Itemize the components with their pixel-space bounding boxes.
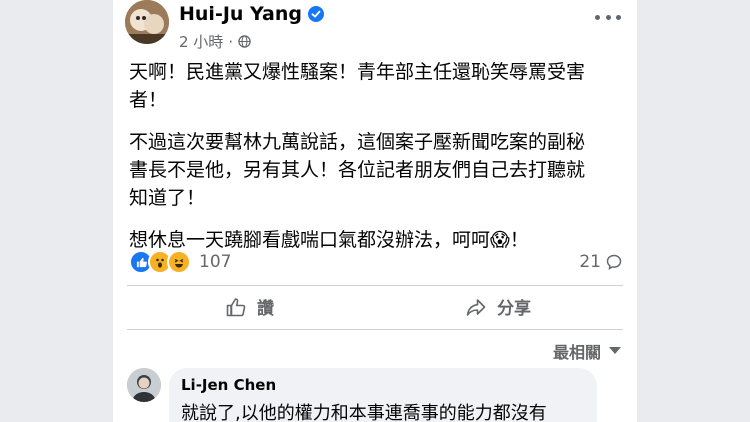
share-button[interactable]: 分享 [465,294,531,319]
comment-text: 就說了,以他的權力和本事連喬事的能力都沒有 [181,403,547,422]
share-icon [466,298,486,316]
post-body: 天啊！民進黨又爆性騷案！青年部主任還恥笑辱罵受害者！ 不過這次要幫林九萬說話，這… [129,58,599,268]
share-label: 分享 [497,299,531,319]
post-card: Hui-Ju Yang 2 小時 · 天啊！民進黨又爆性騷案！青年部主任還恥笑辱… [113,0,637,422]
commenter-name[interactable]: Li-Jen Chen [181,376,276,394]
author-name[interactable]: Hui-Ju Yang [179,3,302,25]
reactions-summary[interactable]: 107 [129,250,231,274]
like-label: 讚 [257,299,274,319]
comment-count-value: 21 [579,252,601,272]
post-meta: 2 小時 · [179,31,251,52]
dropdown-arrow-icon [609,347,621,354]
author-avatar[interactable] [125,0,169,44]
reaction-count: 107 [199,252,232,272]
comment-icon [606,254,622,270]
divider-top [127,285,623,286]
post-paragraph-2: 不過這次要幫林九萬說話，這個案子壓新聞吃案的副秘書長不是他，另有其人！各位記者朋… [129,131,586,209]
avatar-photo [125,0,169,44]
post-time[interactable]: 2 小時 [179,31,223,52]
more-options-icon[interactable] [595,12,621,22]
sort-label: 最相關 [552,343,601,362]
comment-bubble: Li-Jen Chen 就說了,以他的權力和本事連喬事的能力都沒有 [169,368,597,422]
verified-badge-icon [308,6,324,22]
divider-bottom [127,329,623,330]
meta-separator: · [228,32,234,51]
globe-icon [238,35,251,48]
comment-sort-dropdown[interactable]: 最相關 [553,339,621,363]
like-icon [226,297,246,316]
author-line: Hui-Ju Yang [179,3,324,25]
post-paragraph-1: 天啊！民進黨又爆性騷案！青年部主任還恥笑辱罵受害者！ [129,61,586,111]
haha-reaction-icon [167,250,191,274]
commenter-avatar[interactable] [127,368,161,402]
like-button[interactable]: 讚 [225,294,274,319]
comments-count[interactable]: 21 [579,252,623,272]
